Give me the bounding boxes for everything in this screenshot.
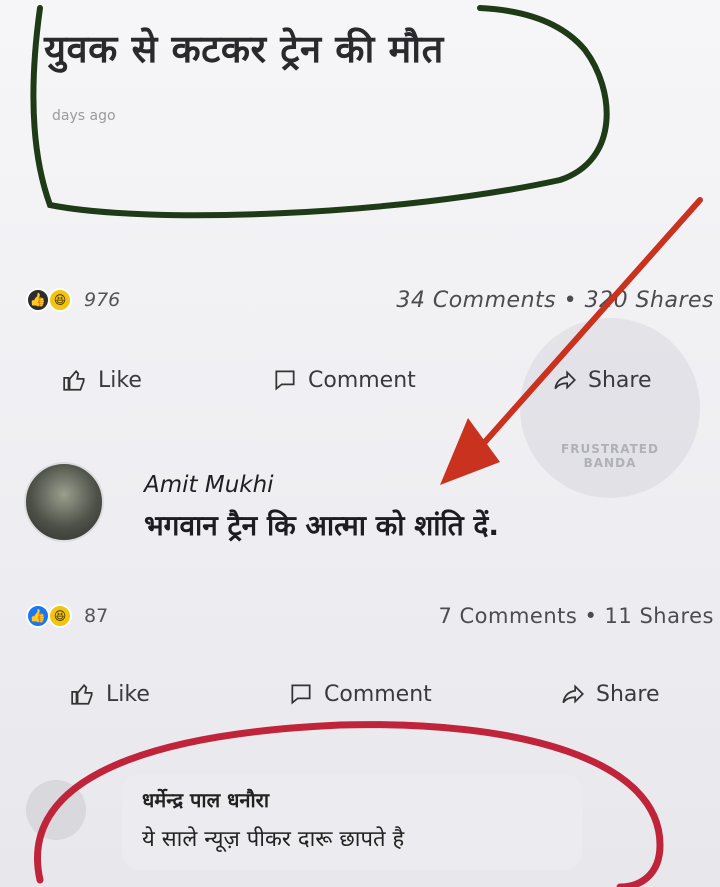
watermark-line2: BANDA <box>583 456 637 470</box>
comment-button[interactable]: Comment <box>288 681 432 707</box>
post-timestamp: days ago <box>52 108 116 124</box>
screenshot-page: युवक से कटकर ट्रेन की मौत days ago 👍 😆 9… <box>0 0 720 887</box>
like-button[interactable]: Like <box>70 681 150 707</box>
post-reactions[interactable]: 👍 😆 976 <box>26 288 120 312</box>
reply-author-name[interactable]: धर्मेन्द्र पाल धनौरा <box>142 786 562 813</box>
share-label: Share <box>596 681 660 707</box>
thumbs-up-icon <box>63 370 85 391</box>
post-like-label: Like <box>98 367 142 393</box>
like-reaction-icon: 👍 <box>26 604 50 628</box>
comment-label: Comment <box>324 681 432 707</box>
comment-icon <box>275 370 295 391</box>
comment-bubble: Amit Mukhi भगवान ट्रैन कि आत्मा को शांति… <box>144 472 499 544</box>
comment-comments-shares[interactable]: 7 Comments • 11 Shares <box>438 604 714 628</box>
commenter-avatar[interactable] <box>24 462 104 542</box>
watermark-logo: FRUSTRATED BANDA <box>520 318 700 498</box>
commenter-name[interactable]: Amit Mukhi <box>144 472 499 498</box>
haha-reaction-icon: 😆 <box>48 288 72 312</box>
post-comment-label: Comment <box>308 367 416 393</box>
post-comments-shares[interactable]: 34 Comments • 320 Shares <box>396 288 714 313</box>
share-button[interactable]: Share <box>560 681 660 707</box>
reply-text: ये साले न्यूज़ पीकर दारू छापते है <box>142 827 405 852</box>
comment-icon <box>291 684 311 705</box>
comment-reactions[interactable]: 👍 😆 87 <box>26 604 108 628</box>
post-headline: युवक से कटकर ट्रेन की मौत <box>44 27 444 71</box>
reply-bubble: धर्मेन्द्र पाल धनौरा ये साले न्यूज़ पीकर… <box>122 774 582 870</box>
comment-reaction-count: 87 <box>84 605 109 627</box>
watermark-line1: FRUSTRATED <box>561 442 659 456</box>
post-reaction-count: 976 <box>84 289 121 311</box>
share-arrow-icon <box>554 370 576 390</box>
post-share-button[interactable]: Share <box>552 367 652 393</box>
thumbs-up-icon <box>71 684 93 705</box>
comment-text: भगवान ट्रैन कि आत्मा को शांति दें. <box>144 509 499 542</box>
reply-avatar[interactable] <box>26 780 86 840</box>
like-label: Like <box>106 681 150 707</box>
haha-reaction-icon: 😆 <box>48 604 72 628</box>
like-reaction-icon: 👍 <box>26 288 50 312</box>
post-comment-button[interactable]: Comment <box>272 367 416 393</box>
share-arrow-icon <box>562 684 584 704</box>
post-like-button[interactable]: Like <box>62 367 142 393</box>
post-share-label: Share <box>588 367 652 393</box>
